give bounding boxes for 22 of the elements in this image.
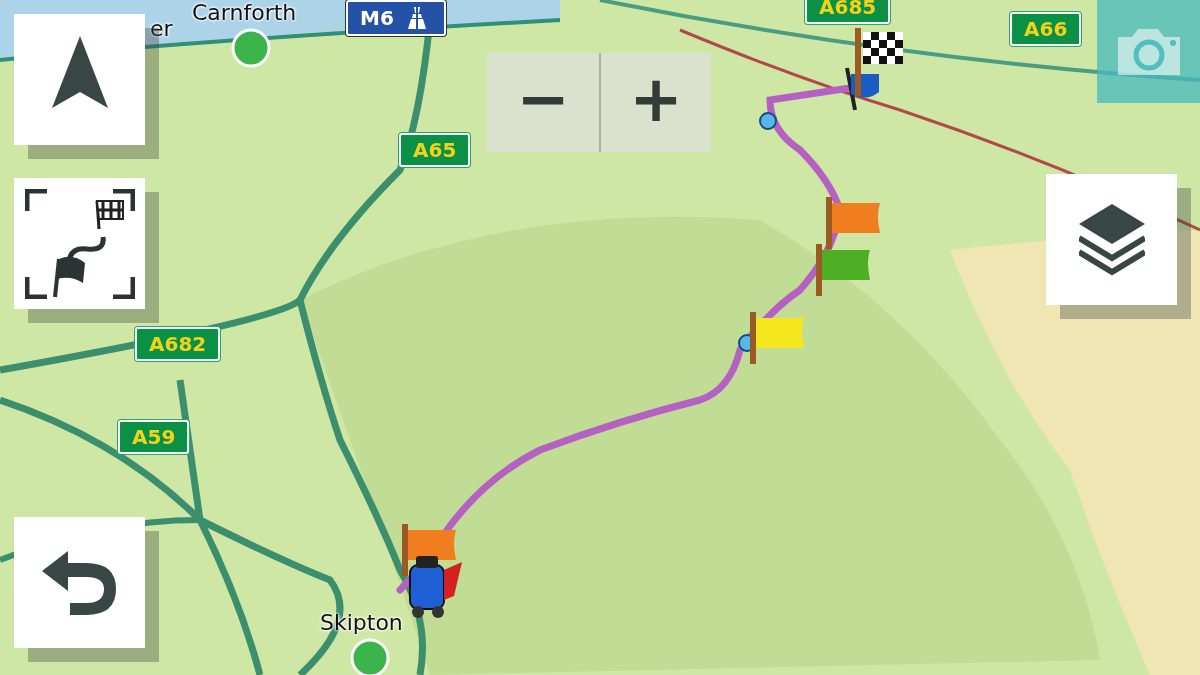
route-overview-icon <box>24 188 135 299</box>
motorbike-drawing <box>409 556 462 618</box>
town-marker <box>231 28 271 68</box>
road-sign: A682 <box>135 327 221 361</box>
back-button[interactable] <box>14 517 145 648</box>
place-label: er <box>150 18 173 40</box>
zoom-out-button[interactable]: − <box>487 53 599 152</box>
layers-icon <box>1078 203 1145 276</box>
road-sign: A66 <box>1010 12 1082 46</box>
road-sign: A65 <box>399 133 471 167</box>
back-arrow-icon <box>41 550 118 615</box>
checkered-flag-icon <box>845 28 903 111</box>
layers-button[interactable] <box>1046 174 1177 305</box>
road-sign: A59 <box>118 420 190 454</box>
compass-button[interactable] <box>14 14 145 145</box>
place-label: Carnforth <box>192 2 297 24</box>
route-point <box>759 112 777 130</box>
road-number: M6 <box>360 8 394 28</box>
zoom-in-button[interactable]: + <box>599 53 711 152</box>
town-marker <box>350 638 390 675</box>
camera-icon <box>1117 28 1180 75</box>
route-overview-button[interactable] <box>14 178 145 309</box>
